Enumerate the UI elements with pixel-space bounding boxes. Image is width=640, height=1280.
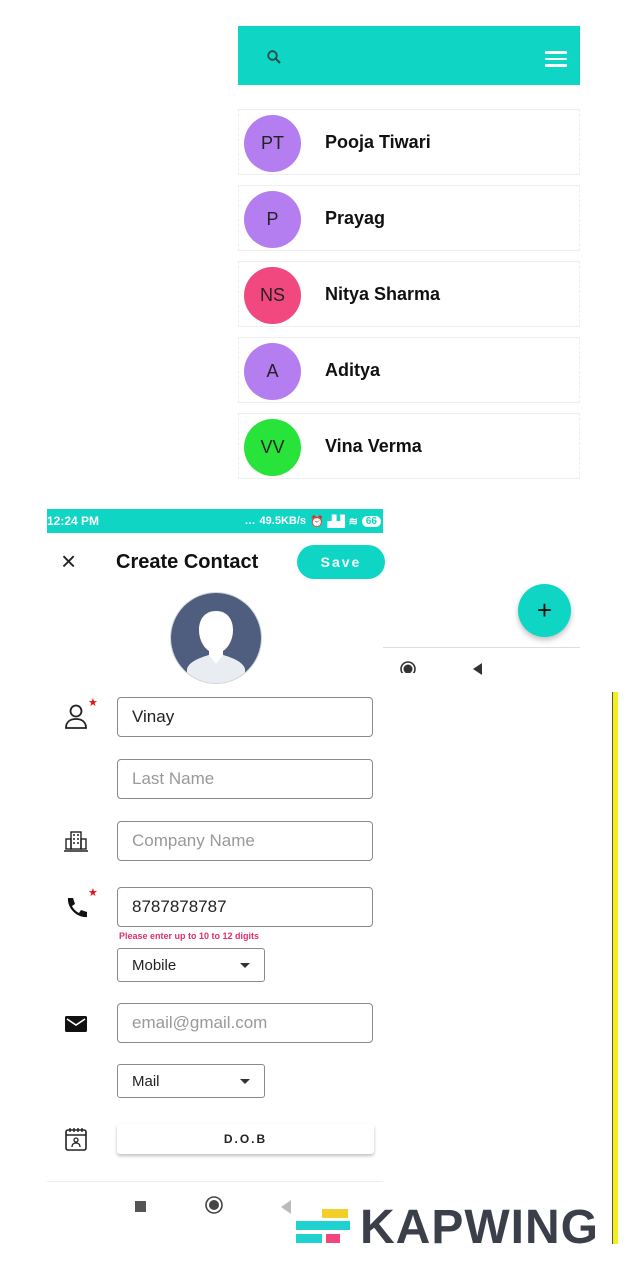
phone-input[interactable]: 8787878787	[117, 887, 373, 927]
contact-row[interactable]: VV Vina Verma	[238, 413, 580, 479]
search-icon[interactable]	[267, 50, 281, 64]
building-icon	[64, 831, 88, 852]
signal-icon: ▟▟	[327, 515, 345, 528]
network-speed: 49.5KB/s	[259, 515, 307, 527]
contact-avatar: PT	[244, 115, 301, 172]
calendar-icon	[65, 1128, 87, 1151]
company-name-input[interactable]: Company Name	[117, 821, 373, 861]
person-icon	[65, 704, 87, 729]
last-name-input[interactable]: Last Name	[117, 759, 373, 799]
email-type-value: Mail	[132, 1072, 160, 1090]
nav-divider	[383, 647, 580, 648]
save-button[interactable]: Save	[297, 545, 385, 579]
kapwing-watermark: KAPWING	[296, 1201, 599, 1254]
contact-row[interactable]: P Prayag	[238, 185, 580, 251]
scroll-indicator	[612, 692, 618, 1244]
contact-row[interactable]: PT Pooja Tiwari	[238, 109, 580, 175]
contact-name: Nitya Sharma	[325, 284, 441, 304]
contact-name: Vina Verma	[325, 436, 422, 456]
contact-name: Aditya	[325, 360, 381, 380]
email-type-select[interactable]: Mail	[117, 1064, 265, 1098]
status-indicators: … 49.5KB/s ⏰ ▟▟ ≋ 66	[245, 515, 381, 528]
back-nav-icon[interactable]	[473, 663, 482, 675]
contact-name: Pooja Tiwari	[325, 132, 431, 152]
recents-nav-icon[interactable]	[135, 1201, 146, 1212]
status-bar: 12:24 PM … 49.5KB/s ⏰ ▟▟ ≋ 66	[47, 509, 383, 533]
battery-icon: 66	[361, 515, 381, 527]
phone-type-value: Mobile	[132, 956, 177, 974]
phone-icon	[67, 898, 87, 918]
dob-button[interactable]: D.O.B	[117, 1124, 374, 1154]
email-input[interactable]: email@gmail.com	[117, 1003, 373, 1043]
close-icon[interactable]: ×	[61, 548, 76, 574]
contact-row[interactable]: A Aditya	[238, 337, 580, 403]
page-title: Create Contact	[116, 551, 259, 573]
chevron-down-icon	[240, 1078, 250, 1084]
status-time: 12:24 PM	[47, 514, 100, 528]
person-silhouette-icon	[171, 593, 261, 683]
add-contact-button[interactable]: +	[518, 584, 571, 637]
contact-name: Prayag	[325, 208, 386, 228]
first-name-input[interactable]: Vinay	[117, 697, 373, 737]
back-nav-icon[interactable]	[281, 1200, 291, 1214]
contacts-toolbar	[238, 26, 580, 85]
kapwing-logo-icon	[296, 1205, 352, 1249]
create-contact-screen: 12:24 PM … 49.5KB/s ⏰ ▟▟ ≋ 66 × Create Co…	[47, 509, 385, 1227]
kapwing-text: KAPWING	[360, 1200, 599, 1254]
contact-avatar: A	[244, 343, 301, 400]
chevron-down-icon	[240, 962, 250, 968]
email-icon	[65, 1016, 87, 1032]
contact-avatar: NS	[244, 267, 301, 324]
required-star-icon: ★	[88, 887, 98, 899]
contact-avatar: P	[244, 191, 301, 248]
home-nav-icon[interactable]	[400, 661, 416, 673]
hamburger-menu-icon[interactable]	[545, 51, 567, 67]
contact-avatar: VV	[244, 419, 301, 476]
contact-row[interactable]: NS Nitya Sharma	[238, 261, 580, 327]
required-star-icon: ★	[88, 697, 98, 709]
contact-photo-placeholder[interactable]	[170, 592, 262, 684]
home-nav-icon[interactable]	[205, 1196, 223, 1214]
alarm-icon: ⏰	[310, 515, 324, 528]
phone-error-message: Please enter up to 10 to 12 digits	[119, 931, 260, 941]
contacts-list-screen: PT Pooja Tiwari P Prayag NS Nitya Sharma…	[238, 26, 580, 481]
wifi-icon: ≋	[348, 515, 358, 528]
phone-type-select[interactable]: Mobile	[117, 948, 265, 982]
